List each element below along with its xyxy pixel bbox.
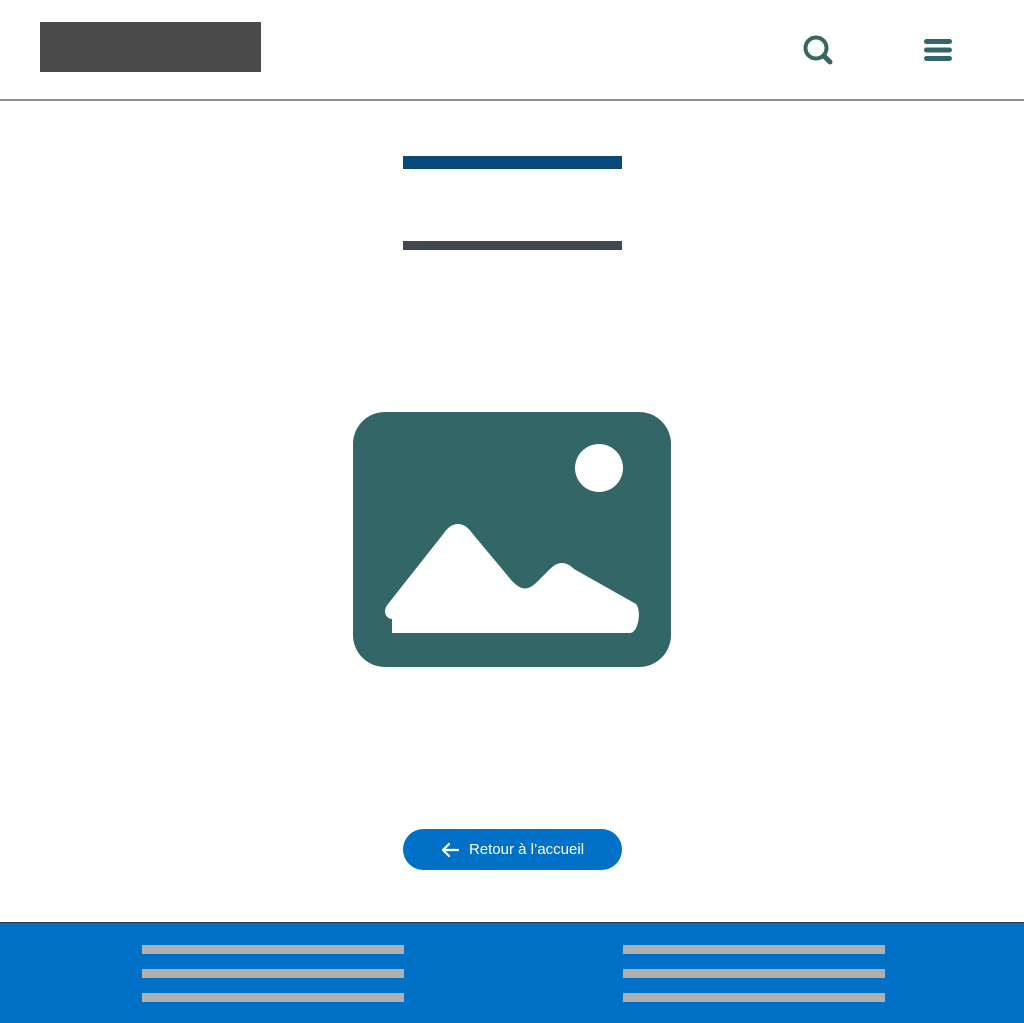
footer-text-placeholder	[142, 993, 404, 1002]
back-to-home-label: Retour à l’accueil	[468, 841, 585, 858]
footer-text-placeholder	[142, 945, 404, 954]
footer-column-right	[623, 945, 885, 1017]
image-placeholder-icon	[353, 412, 671, 667]
page-title-placeholder	[403, 156, 622, 169]
search-button[interactable]	[798, 30, 838, 70]
arrow-left-icon	[441, 842, 459, 857]
hamburger-menu-icon	[924, 39, 952, 61]
menu-button[interactable]	[918, 30, 958, 70]
page: Retour à l’accueil	[0, 0, 1024, 1023]
back-to-home-button[interactable]: Retour à l’accueil	[403, 829, 622, 870]
page-subtitle-placeholder	[403, 241, 622, 250]
image-placeholder	[352, 411, 672, 668]
site-footer	[0, 922, 1024, 1023]
footer-column-left	[142, 945, 404, 1017]
site-logo[interactable]	[40, 22, 261, 72]
footer-text-placeholder	[623, 969, 885, 978]
footer-text-placeholder	[623, 945, 885, 954]
footer-text-placeholder	[623, 993, 885, 1002]
search-icon	[803, 35, 833, 65]
site-header	[0, 0, 1024, 101]
footer-text-placeholder	[142, 969, 404, 978]
